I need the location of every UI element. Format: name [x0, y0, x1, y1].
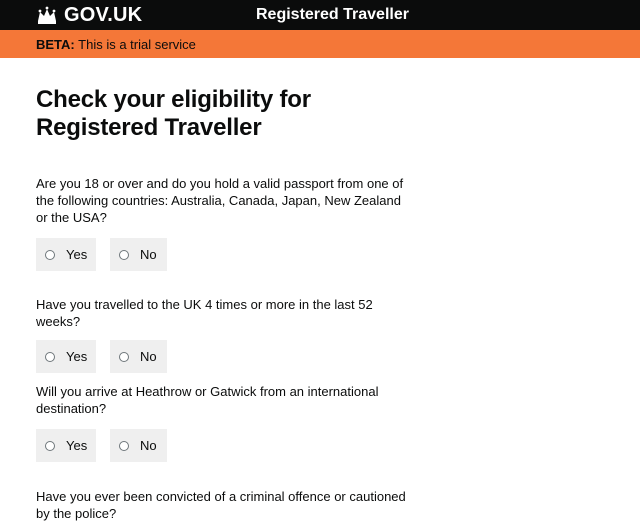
question-1-text: Are you 18 or over and do you hold a val…: [36, 176, 404, 225]
question-1-yes-option[interactable]: Yes: [36, 238, 96, 271]
radio-button-icon[interactable]: [45, 440, 55, 451]
option-label: Yes: [66, 348, 88, 364]
govuk-logo-link[interactable]: GOV.UK: [36, 4, 142, 26]
question-4-text: Have you ever been convicted of a crimin…: [36, 489, 406, 521]
radio-button-icon[interactable]: [45, 351, 55, 362]
service-name-link[interactable]: Registered Traveller: [256, 5, 409, 25]
phase-tag: BETA:: [36, 37, 75, 52]
question-2-options: Yes No: [36, 340, 406, 373]
option-label: No: [140, 348, 157, 364]
question-3-text: Will you arrive at Heathrow or Gatwick f…: [36, 384, 379, 416]
option-label: No: [140, 437, 157, 453]
question-2-no-option[interactable]: No: [110, 340, 167, 373]
question-1-no-option[interactable]: No: [110, 238, 167, 271]
radio-button-icon[interactable]: [119, 351, 129, 362]
question-3-yes-option[interactable]: Yes: [36, 429, 96, 462]
crown-icon: [38, 6, 56, 24]
main-content: Check your eligibility for Registered Tr…: [36, 86, 406, 142]
option-label: Yes: [66, 437, 88, 453]
option-label: Yes: [66, 246, 88, 262]
question-4: Have you ever been convicted of a crimin…: [36, 488, 406, 522]
radio-button-icon[interactable]: [119, 249, 129, 260]
phase-banner: BETA: This is a trial service: [0, 30, 640, 58]
question-2-text: Have you travelled to the UK 4 times or …: [36, 297, 373, 329]
option-label: No: [140, 246, 157, 262]
phase-banner-content: BETA: This is a trial service: [36, 37, 196, 53]
radio-button-icon[interactable]: [119, 440, 129, 451]
question-2-yes-option[interactable]: Yes: [36, 340, 96, 373]
page-title: Check your eligibility for Registered Tr…: [36, 86, 311, 141]
site-header: GOV.UK Registered Traveller: [0, 0, 640, 30]
phase-text: This is a trial service: [78, 37, 196, 52]
question-3: Will you arrive at Heathrow or Gatwick f…: [36, 383, 406, 462]
radio-button-icon[interactable]: [45, 249, 55, 260]
question-2: Have you travelled to the UK 4 times or …: [36, 296, 406, 373]
question-3-options: Yes No: [36, 429, 406, 462]
question-3-no-option[interactable]: No: [110, 429, 167, 462]
question-1: Are you 18 or over and do you hold a val…: [36, 175, 406, 271]
logo-text: GOV.UK: [64, 4, 143, 26]
question-1-options: Yes No: [36, 238, 406, 271]
